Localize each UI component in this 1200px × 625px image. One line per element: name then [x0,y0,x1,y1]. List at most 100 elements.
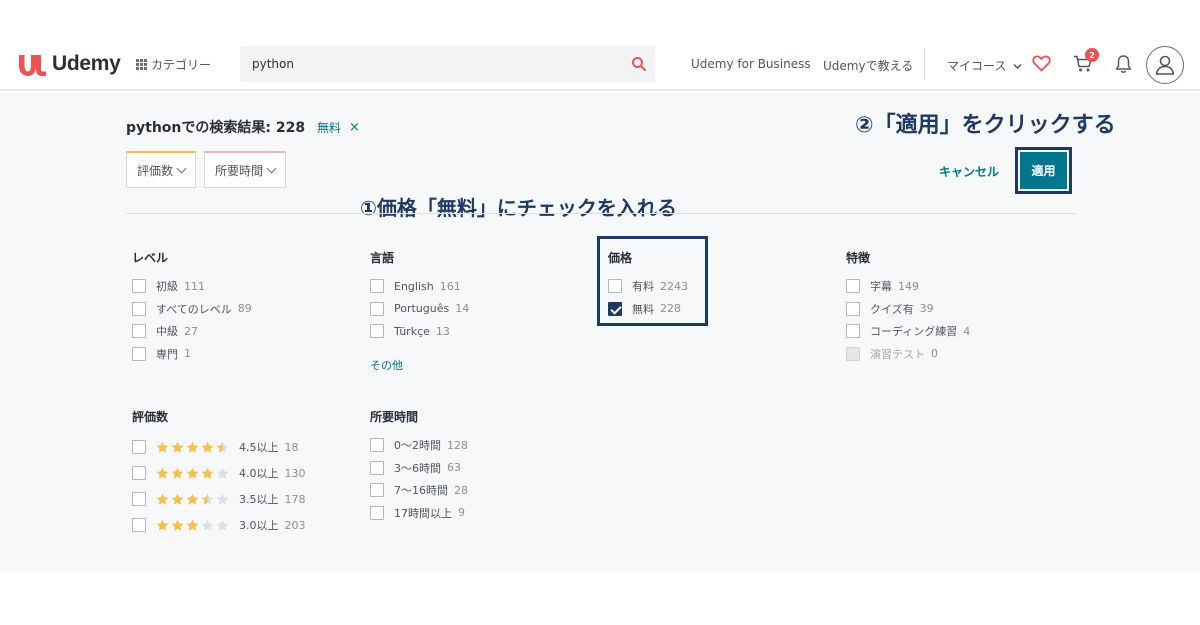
filter-option-count: 39 [919,302,934,316]
search-icon[interactable] [631,56,647,72]
filter-option-label: 4.0以上 [239,467,279,480]
search-input[interactable] [240,46,620,82]
my-courses-menu[interactable]: マイコース [947,57,1022,74]
filter-option-count: 18 [284,440,299,454]
filter-option[interactable]: English 161 [370,275,469,298]
star-full-icon [156,493,169,505]
filter-option[interactable]: コーディング練習 4 [846,320,970,343]
star-empty-icon [216,467,229,479]
checkbox[interactable] [132,346,146,361]
checkbox-checked[interactable] [608,301,622,316]
star-full-icon [186,441,199,453]
filter-option[interactable]: 専門 1 [132,343,252,366]
chevron-down-icon [266,163,277,173]
star-full-icon [201,467,214,479]
duration-filter-group: 所要時間 0〜2時間 128 3〜6時間 63 7〜16時間 28 17時間以上 9 [370,408,468,524]
star-rating [156,441,231,454]
checkbox[interactable] [132,492,146,506]
filter-option-label: 初級 [156,280,178,294]
udemy-logo[interactable]: Udemy [16,49,121,79]
duration-dropdown[interactable]: 所要時間 [204,151,287,188]
checkbox[interactable] [370,483,384,498]
price-filter-title: 価格 [608,251,633,265]
filter-option[interactable]: 0〜2時間 128 [370,434,468,457]
star-full-icon [186,493,199,505]
user-avatar[interactable] [1146,46,1184,84]
filter-option-label: 字幕 [870,280,892,294]
filter-option-count: 13 [435,324,450,338]
star-full-icon [201,441,214,453]
filter-option[interactable]: 4.0以上 130 [132,460,306,486]
filter-option[interactable]: 3.0以上 203 [132,512,306,538]
star-full-icon [156,441,169,453]
checkbox[interactable] [370,438,384,453]
checkbox[interactable] [370,324,384,339]
filter-option-label: すべてのレベル [156,302,232,316]
checkbox[interactable] [370,460,384,475]
cancel-button[interactable]: キャンセル [939,163,999,180]
checkbox[interactable] [370,279,384,294]
filter-option-count: 89 [237,302,252,316]
price-options: 有料 2243 無料 228 [608,275,688,320]
filter-option[interactable]: 中級 27 [132,320,252,343]
filter-option[interactable]: クイズ有 39 [846,298,970,321]
filter-option-count: 203 [284,518,306,532]
active-filter-tag: 無料 × [317,119,360,136]
duration-options: 0〜2時間 128 3〜6時間 63 7〜16時間 28 17時間以上 9 [370,434,468,524]
checkbox[interactable] [370,301,384,316]
filter-option-label: 無料 [632,302,654,316]
cart-count-badge: 2 [1085,48,1099,62]
udemy-for-business-link[interactable]: Udemy for Business [691,57,811,71]
checkbox[interactable] [132,518,146,532]
notification-bell-icon[interactable] [1115,54,1132,74]
checkbox[interactable] [608,279,622,294]
language-more-link[interactable]: その他 [370,357,469,373]
checkbox[interactable] [132,440,146,454]
filter-option[interactable]: すべてのレベル 89 [132,298,252,321]
checkbox[interactable] [132,466,146,480]
filter-option-label: 中級 [156,325,178,339]
filter-option[interactable]: Türkçe 13 [370,320,469,343]
filter-option-count: 130 [284,466,306,480]
star-full-icon [156,467,169,479]
filter-option[interactable]: 17時間以上 9 [370,502,468,525]
checkbox[interactable] [132,279,146,294]
checkbox[interactable] [846,301,860,316]
level-options: 初級 111 すべてのレベル 89 中級 27 専門 1 [132,275,252,365]
filter-option[interactable]: 無料 228 [608,298,688,321]
filter-option[interactable]: 7〜16時間 28 [370,479,468,502]
star-empty-icon [216,519,229,531]
filter-option-label: 演習テスト [870,347,925,361]
rating-dropdown[interactable]: 評価数 [126,151,197,188]
filter-option-count: 28 [454,483,468,497]
checkbox[interactable] [370,505,384,520]
filter-panel: pythonでの検索結果: 228 無料 × ②「適用」をクリックする ①価格「… [0,93,1200,573]
filter-option[interactable]: 字幕 149 [846,275,970,298]
user-icon [1155,55,1175,75]
checkbox[interactable] [846,324,860,339]
filter-option[interactable]: 3.5以上 178 [132,486,306,512]
teach-on-udemy-link[interactable]: Udemyで教える [823,57,913,74]
checkbox[interactable] [132,324,146,339]
star-empty-icon [216,493,229,505]
filter-option[interactable]: Português 14 [370,298,469,321]
checkbox[interactable] [132,301,146,316]
filter-option[interactable]: 有料 2243 [608,275,688,298]
search-bar [240,46,655,82]
categories-menu[interactable]: カテゴリー [136,56,211,73]
filter-option[interactable]: 初級 111 [132,275,252,298]
chevron-down-icon [1013,63,1022,70]
filter-option[interactable]: 4.5以上 18 [132,434,306,460]
filter-option-count: 161 [439,279,461,293]
filter-option[interactable]: 3〜6時間 63 [370,457,468,480]
filter-option-count: 111 [184,279,205,293]
search-results-title: pythonでの検索結果: 228 [126,120,306,136]
duration-dropdown-label: 所要時間 [215,163,264,178]
checkbox[interactable] [846,279,860,294]
remove-filter-icon[interactable]: × [349,120,360,135]
active-filter-label: 無料 [317,121,342,135]
star-rating [156,493,231,506]
filter-option-count: 4 [963,324,971,338]
wishlist-heart-icon[interactable] [1032,55,1051,72]
apply-button[interactable]: 適用 [1020,152,1067,189]
